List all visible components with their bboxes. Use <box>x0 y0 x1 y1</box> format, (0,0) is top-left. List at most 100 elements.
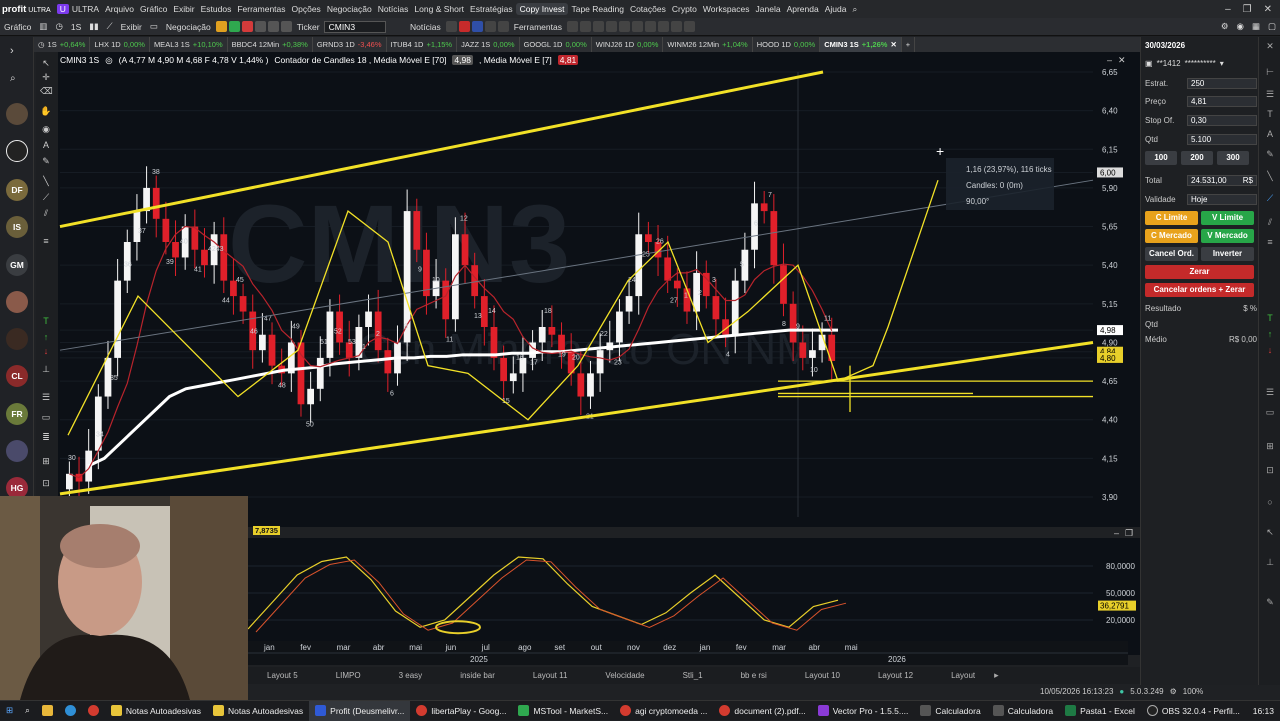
circle-icon[interactable]: ○ <box>1264 497 1276 509</box>
minimize-icon[interactable]: – <box>1114 528 1119 539</box>
text-icon[interactable]: T <box>1264 109 1276 121</box>
search-icon[interactable]: ⌕ <box>849 4 860 15</box>
menu-icon[interactable]: ≣ <box>40 432 52 442</box>
layout-tab[interactable]: LIMPO <box>317 671 380 680</box>
price-input[interactable]: 4,81 <box>1187 95 1257 107</box>
close-icon[interactable]: ✕ <box>890 40 896 49</box>
menu-opcoes[interactable]: Opções <box>289 4 324 14</box>
layout-tab[interactable]: Layout 12 <box>859 671 932 680</box>
layout-tab[interactable]: Stli_1 <box>664 671 722 680</box>
taskbar-agi[interactable]: agi cryptomoeda ... <box>614 701 713 721</box>
taskbar-notes-2[interactable]: Notas Autoadesivas <box>207 701 309 721</box>
price-chart[interactable]: CMIN3 Csn Mineracao ON NM 30333435363738… <box>58 52 1140 527</box>
pencil-icon[interactable]: ✎ <box>1264 597 1276 609</box>
menu-cotacoes[interactable]: Cotações <box>627 4 669 14</box>
layout-tab[interactable]: 3 easy <box>380 671 442 680</box>
tab-bbdc4[interactable]: BBDC4 12Min +0,38% <box>228 37 313 52</box>
lines-icon[interactable]: ☰ <box>40 392 52 402</box>
text-marker-icon[interactable]: T <box>40 316 52 326</box>
stochastic-chart[interactable]: 80,0000 50,0000 20,0000 36,2791 <box>247 538 1140 655</box>
hand-icon[interactable]: ✋ <box>40 106 52 116</box>
ticker-input[interactable]: CMIN3 <box>323 20 387 33</box>
list-icon[interactable]: ☰ <box>1264 89 1276 101</box>
menu-copy-invest[interactable]: Copy Invest <box>515 3 569 15</box>
close-icon[interactable]: ✕ <box>1264 4 1272 15</box>
candlestick-chart[interactable]: CMIN3 Csn Mineracao ON NM 30333435363738… <box>58 52 1140 527</box>
tab-winj26[interactable]: WINJ26 1D 0,00% <box>592 37 664 52</box>
search-icon[interactable]: ⌕ <box>10 73 16 84</box>
layout-tab[interactable]: Layout 5 <box>248 671 317 680</box>
taskbar-excel[interactable]: Pasta1 - Excel <box>1059 701 1141 721</box>
channel-icon[interactable]: ⫽ <box>1264 217 1276 229</box>
layout-tab[interactable]: Velocidade <box>586 671 663 680</box>
news-icons[interactable] <box>445 20 510 32</box>
invert-button[interactable]: Inverter <box>1201 247 1254 261</box>
menu-exibir[interactable]: Exibir <box>170 4 197 14</box>
avatar-cl[interactable]: CL <box>6 365 28 387</box>
menu-tape-reading[interactable]: Tape Reading <box>568 4 626 14</box>
avatar[interactable] <box>6 291 28 313</box>
menu-janela[interactable]: Janela <box>753 4 784 14</box>
channel-icon[interactable]: ⫽ <box>40 208 52 218</box>
avatar[interactable] <box>6 440 28 462</box>
grafico-button[interactable]: Gráfico <box>0 22 35 32</box>
layout-tab[interactable]: bb e rsi <box>722 671 786 680</box>
expand-icon[interactable]: › <box>10 45 14 57</box>
stop-input[interactable]: 0,30 <box>1187 114 1257 126</box>
tab-googl[interactable]: GOOGL 1D 0,00% <box>520 37 592 52</box>
pencil-icon[interactable]: ✎ <box>1264 149 1276 161</box>
ferramentas-button[interactable]: Ferramentas <box>510 22 566 32</box>
tab-layout-toggle[interactable]: ◷ 1S +0,64% <box>34 37 91 52</box>
chart-type-icon[interactable]: ▥ <box>35 21 51 32</box>
validade-select[interactable]: Hoje <box>1187 193 1257 205</box>
minimize-icon[interactable]: – <box>1107 55 1112 66</box>
menu-aprenda[interactable]: Aprenda <box>784 4 822 14</box>
negociacao-button[interactable]: Negociação <box>162 22 215 32</box>
search-icon[interactable]: ⌕ <box>19 701 36 721</box>
zerar-button[interactable]: Zerar <box>1145 265 1254 279</box>
edge-icon[interactable] <box>59 701 82 721</box>
taskbar-vector[interactable]: Vector Pro - 1.5.5.... <box>812 701 915 721</box>
tab-hood[interactable]: HOOD 1D 0,00% <box>753 37 821 52</box>
minimize-icon[interactable]: – <box>1225 4 1231 15</box>
avatar-fr[interactable]: FR <box>6 403 28 425</box>
tab-grnd3[interactable]: GRND3 1D -3,46% <box>313 37 387 52</box>
cursor-icon[interactable]: ↖ <box>1264 527 1276 539</box>
eye-icon[interactable]: ◉ <box>40 124 52 134</box>
tab-jazz[interactable]: JAZZ 1S 0,00% <box>457 37 520 52</box>
monitor-icon[interactable]: ▭ <box>146 21 162 32</box>
profile-icon[interactable]: ◉ <box>1233 21 1248 32</box>
trendline-icon[interactable]: ⟋ <box>1264 193 1276 205</box>
clock-icon[interactable]: ◷ <box>51 21 66 32</box>
timeframe-button[interactable]: 1S <box>67 22 85 32</box>
avatar-gm[interactable]: GM <box>6 254 28 276</box>
taskbar-profit[interactable]: Profit (Deusmelivr... <box>309 700 411 721</box>
menu-ferramentas[interactable]: Ferramentas <box>234 4 288 14</box>
taskbar-chrome[interactable]: libertaPlay - Goog... <box>410 701 512 721</box>
ma7-label[interactable]: , Média Móvel E [7] <box>479 55 552 65</box>
menu-long-short[interactable]: Long & Short <box>411 4 467 14</box>
settings-gear-icon[interactable]: ⚙ <box>1170 687 1177 696</box>
osc-highlight-circle[interactable] <box>435 620 481 635</box>
menu-arquivo[interactable]: Arquivo <box>102 4 137 14</box>
tab-cmin3[interactable]: CMIN3 1S +1,26% ✕ <box>820 37 902 52</box>
layout-icon[interactable]: ▦ <box>1248 21 1264 32</box>
tab-winm26[interactable]: WINM26 12Min +1,04% <box>663 37 753 52</box>
taskbar-calculator-2[interactable]: Calculadora <box>987 701 1059 721</box>
fit-icon[interactable]: ⊡ <box>1264 465 1276 477</box>
view-icon[interactable]: ▢ <box>1264 21 1280 32</box>
close-icon[interactable]: ✕ <box>1264 41 1276 53</box>
crosshair-icon[interactable]: ✛ <box>40 72 52 82</box>
buy-limit-button[interactable]: C Limite <box>1145 211 1198 225</box>
layout-tab[interactable]: Layout <box>932 671 994 680</box>
menu-noticias[interactable]: Notícias <box>375 4 412 14</box>
taskbar-mstool[interactable]: MSTool - MarketS... <box>512 701 614 721</box>
chevron-right-icon[interactable]: ▸ <box>994 670 999 681</box>
buy-market-button[interactable]: C Mercado <box>1145 229 1198 243</box>
study-label[interactable]: Contador de Candles 18 , Média Móvel E [… <box>274 55 446 65</box>
taskbar-document[interactable]: document (2).pdf... <box>713 701 811 721</box>
bar-chart-icon[interactable]: ▮▮ <box>85 21 102 32</box>
time-axis[interactable]: jan fev mar abr mai jun jul ago set out nov dez jan f… <box>248 641 1128 665</box>
exibir-button[interactable]: Exibir <box>117 22 146 32</box>
cancel-and-zerar-button[interactable]: Cancelar ordens + Zerar <box>1145 283 1254 297</box>
